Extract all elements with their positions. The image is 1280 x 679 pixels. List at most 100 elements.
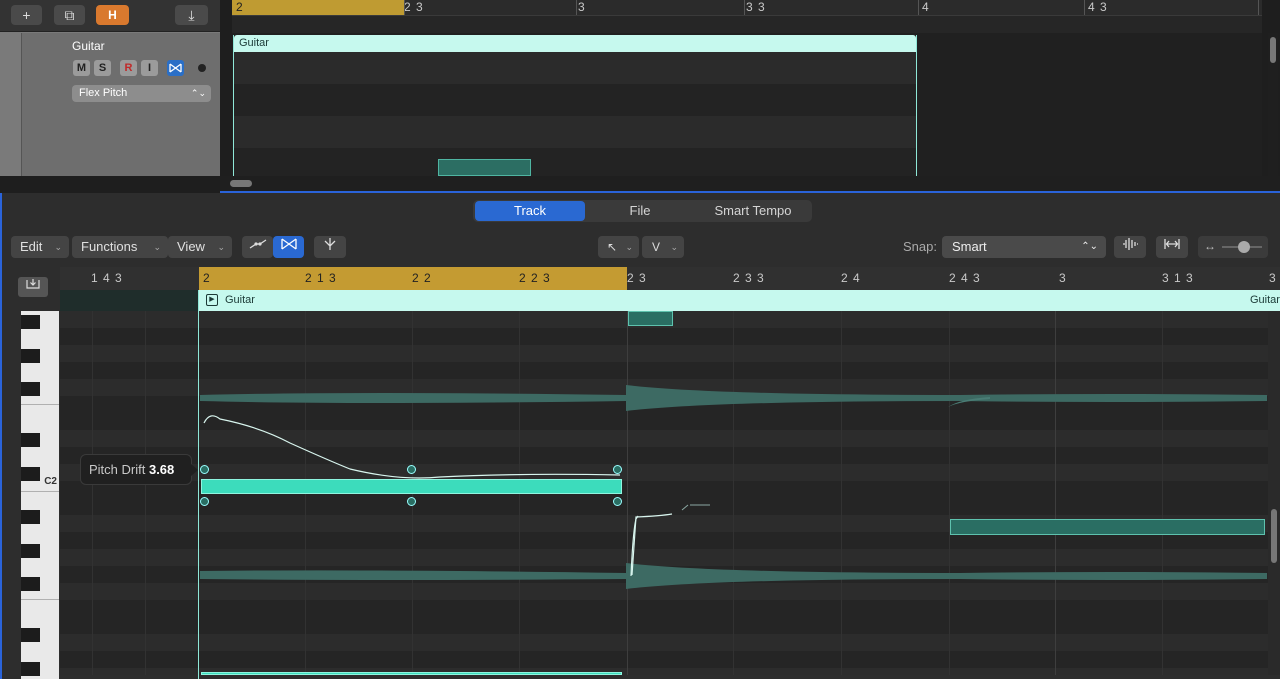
region-name[interactable]: Guitar [199, 290, 1280, 311]
editor-vertical-scrollbar[interactable] [1268, 311, 1280, 675]
black-key[interactable] [21, 544, 40, 558]
formant-handle[interactable] [613, 497, 622, 506]
split-icon [320, 237, 340, 251]
v-tool-label: V [652, 240, 660, 254]
catch-button[interactable] [18, 277, 48, 297]
catch-playhead-button[interactable]: ⤓ [175, 5, 208, 25]
functions-menu[interactable]: Functions⌄ [72, 236, 168, 258]
horizontal-zoom-icon: ↔ [1204, 239, 1216, 253]
ruler-label: 2 3 [627, 271, 647, 285]
ruler-tick [744, 0, 745, 15]
region-note[interactable] [438, 159, 531, 176]
updown-chevron-icon: ⌃⌄ [191, 85, 206, 102]
scroll-thumb[interactable] [1271, 509, 1277, 563]
slider-knob[interactable] [1238, 241, 1250, 253]
tab-file[interactable]: File [585, 201, 695, 221]
fine-pitch-handle[interactable] [407, 465, 416, 474]
region-header-strip[interactable]: Guitar ▶ Guitar [60, 290, 1280, 311]
add-track-button[interactable]: + [11, 5, 42, 25]
edit-menu[interactable]: Edit ⌄ [11, 236, 69, 258]
pitch-note[interactable] [950, 519, 1265, 535]
snap-value: Smart [952, 239, 987, 254]
piano-roll-editor: Track File Smart Tempo Edit⌄ Functions⌄ … [0, 193, 1280, 679]
key-label-c2: C2 [23, 476, 57, 487]
black-key[interactable] [21, 577, 40, 591]
selected-pitch-note[interactable] [201, 479, 622, 494]
piano-keyboard[interactable]: C2 [21, 311, 59, 679]
ruler-tick [918, 0, 919, 15]
midi-in-button[interactable] [314, 236, 346, 258]
mute-button[interactable]: M [73, 60, 90, 76]
scroll-thumb[interactable] [230, 180, 252, 187]
ruler-label: 2 [236, 0, 244, 14]
solo-button[interactable]: S [94, 60, 111, 76]
region-row [234, 148, 916, 176]
black-key[interactable] [21, 382, 40, 396]
track-header-guitar[interactable]: Guitar M S R I Flex Pitch ⌃⌄ [21, 33, 220, 176]
pitch-drift-handle[interactable] [613, 465, 622, 474]
horizontal-zoom-slider[interactable]: ↔ [1198, 236, 1268, 258]
cycle-range[interactable] [232, 0, 404, 15]
pitch-note[interactable] [628, 311, 673, 326]
black-key[interactable] [21, 349, 40, 363]
tooltip-label: Pitch Drift [89, 462, 145, 477]
waveform-icon [1121, 237, 1139, 251]
editor-ruler[interactable]: 1 4 3 2 2 1 3 2 2 2 2 3 2 3 2 3 3 2 4 2 … [60, 267, 1280, 290]
region-name: Guitar [234, 35, 916, 52]
ruler-label: 3 [578, 0, 586, 14]
waveform-lower [200, 570, 626, 580]
waveform-lower-right [626, 563, 1267, 589]
tab-track[interactable]: Track [475, 201, 585, 221]
black-key[interactable] [21, 510, 40, 524]
gain-handle[interactable] [200, 497, 209, 506]
ruler-subdivision-strip [232, 15, 1262, 33]
selected-note-edge[interactable] [201, 672, 622, 675]
ruler-label: 3 [1059, 271, 1067, 285]
automation-button[interactable] [242, 236, 273, 258]
flex-button[interactable] [273, 236, 304, 258]
waveform-zoom-button[interactable] [1114, 236, 1146, 258]
snap-select[interactable]: Smart ⌃⌄ [942, 236, 1106, 258]
view-menu[interactable]: View⌄ [168, 236, 232, 258]
flex-mode-select[interactable]: Flex Pitch ⌃⌄ [72, 85, 211, 102]
ruler-label: 2 3 3 [733, 271, 765, 285]
left-click-tool-menu[interactable]: ↖⌄ [598, 236, 639, 258]
ruler-label: 4 3 [1088, 0, 1108, 14]
vibrato-handle[interactable] [407, 497, 416, 506]
cmd-click-tool-menu[interactable]: V⌄ [642, 236, 684, 258]
black-key[interactable] [21, 315, 40, 329]
black-key[interactable] [21, 628, 40, 642]
updown-chevron-icon: ⌃⌄ [1081, 236, 1098, 258]
black-key[interactable] [21, 433, 40, 447]
tracks-horizontal-scrollbar[interactable] [220, 176, 1280, 193]
pitch-curve-faint [682, 505, 710, 510]
fit-to-window-button[interactable] [1156, 236, 1188, 258]
playhead[interactable] [198, 290, 199, 679]
scroll-thumb[interactable] [1270, 37, 1276, 63]
tracks-canvas[interactable]: Guitar [232, 33, 1262, 176]
view-menu-label: View [177, 239, 205, 254]
duplicate-track-button[interactable]: ⧉ [54, 5, 85, 25]
flex-toggle-button[interactable] [167, 60, 184, 76]
white-key-divider [21, 404, 59, 405]
tracks-area: + ⧉ H ⤓ Guitar M S R I Flex Pitch ⌃⌄ 2 2… [0, 0, 1280, 193]
tooltip-value: 3.68 [149, 462, 174, 477]
tab-smart-tempo[interactable]: Smart Tempo [697, 201, 809, 221]
flex-mode-value: Flex Pitch [79, 87, 127, 99]
input-monitor-button[interactable]: I [141, 60, 158, 76]
record-enable-button[interactable]: R [120, 60, 137, 76]
track-name[interactable]: Guitar [72, 39, 105, 53]
flex-icon [167, 60, 184, 76]
download-tray-icon [26, 277, 40, 289]
region-name-right[interactable]: Guitar [1250, 290, 1280, 311]
tracks-vertical-scrollbar[interactable] [1268, 33, 1278, 176]
chevron-down-icon: ⌄ [54, 236, 62, 258]
black-key[interactable] [21, 662, 40, 676]
play-region-icon[interactable]: ▶ [206, 294, 218, 306]
edit-menu-label: Edit [20, 239, 42, 254]
guitar-region[interactable]: Guitar [233, 35, 917, 176]
top-ruler[interactable]: 2 2 3 3 3 3 4 4 3 [232, 0, 1262, 33]
ruler-tick [1258, 0, 1259, 15]
hide-tracks-button[interactable]: H [96, 5, 129, 25]
pitch-drift-handle[interactable] [200, 465, 209, 474]
